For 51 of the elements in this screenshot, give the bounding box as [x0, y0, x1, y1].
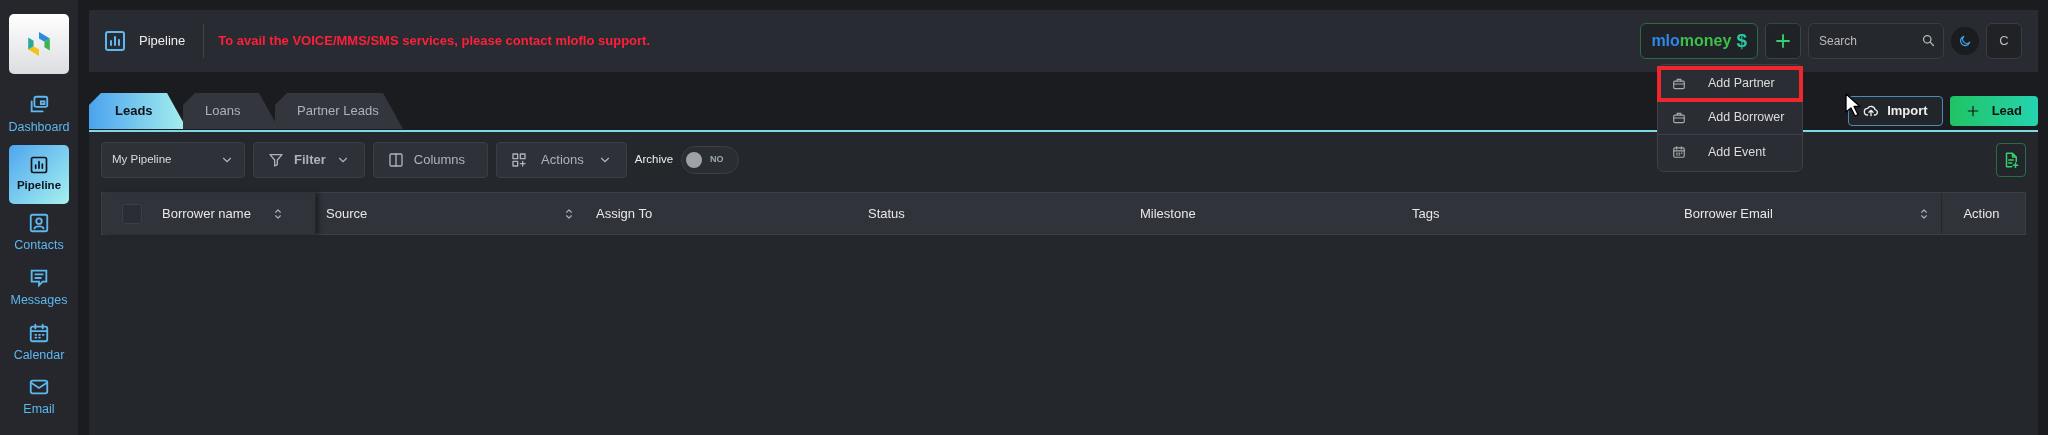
calendar-icon	[28, 321, 50, 344]
column-header: Milestone	[1140, 204, 1196, 223]
plus-icon	[1774, 32, 1792, 50]
contact-card-icon	[28, 212, 50, 234]
archive-label: Archive	[634, 152, 674, 168]
column-header: Action	[1963, 204, 2000, 223]
search-icon	[1921, 33, 1936, 48]
page-title: Pipeline	[127, 24, 205, 58]
menu-item[interactable]: Add Borrower	[1658, 101, 1802, 135]
import-button[interactable]: Import	[1848, 95, 1943, 126]
column-header: Borrower Email	[1684, 204, 1773, 223]
archive-toggle[interactable]: NO	[681, 146, 740, 174]
column-header: Assign To	[596, 204, 653, 223]
moon-icon	[1958, 34, 1972, 48]
sidebar-item[interactable]: Dashboard	[9, 90, 69, 141]
calendar-icon	[1672, 145, 1686, 159]
add-lead-button[interactable]: Lead	[1949, 95, 2038, 126]
search-field[interactable]: Search	[1808, 23, 1944, 59]
columns-icon	[387, 152, 404, 168]
sidebar-item[interactable]: Pipeline	[9, 144, 69, 204]
export-button[interactable]	[1996, 143, 2026, 177]
plus-icon	[1965, 103, 1980, 118]
sidebar-item[interactable]: Contacts	[9, 208, 69, 259]
menu-item[interactable]: Add Partner	[1658, 67, 1802, 101]
funnel-icon	[268, 152, 284, 168]
user-avatar[interactable]: C	[1986, 23, 2022, 59]
columns-button[interactable]: Columns	[372, 142, 489, 178]
briefcase-icon	[1672, 76, 1686, 91]
filter-button[interactable]: Filter	[253, 142, 365, 178]
column-header: Status	[868, 204, 905, 223]
view-select[interactable]: My Pipeline	[101, 142, 245, 178]
cursor-icon	[1844, 92, 1862, 118]
chart-icon	[103, 29, 127, 53]
chart-icon	[29, 154, 49, 175]
sidebar-item[interactable]: Email	[9, 372, 69, 423]
theme-toggle[interactable]	[1951, 27, 1979, 55]
tab[interactable]: Partner Leads	[275, 93, 403, 129]
column-header: Source	[326, 204, 368, 223]
sidebar-item[interactable]: Calendar	[9, 317, 69, 369]
actions-button[interactable]: Actions	[496, 142, 627, 178]
app-logo[interactable]	[9, 14, 69, 74]
add-button[interactable]	[1765, 23, 1801, 59]
briefcase-icon	[1672, 110, 1686, 125]
column-header: Borrower name	[162, 204, 251, 223]
brand-button[interactable]: mlomoney $	[1640, 23, 1758, 59]
column-header: Tags	[1412, 204, 1440, 223]
sidebar-item[interactable]: Messages	[9, 262, 69, 314]
logo-icon	[26, 29, 52, 59]
menu-item[interactable]: Add Event	[1658, 135, 1802, 169]
service-notice: To avail the VOICE/MMS/SMS services, please contact mloflo support.	[218, 32, 651, 51]
grid-plus-icon	[511, 152, 528, 168]
